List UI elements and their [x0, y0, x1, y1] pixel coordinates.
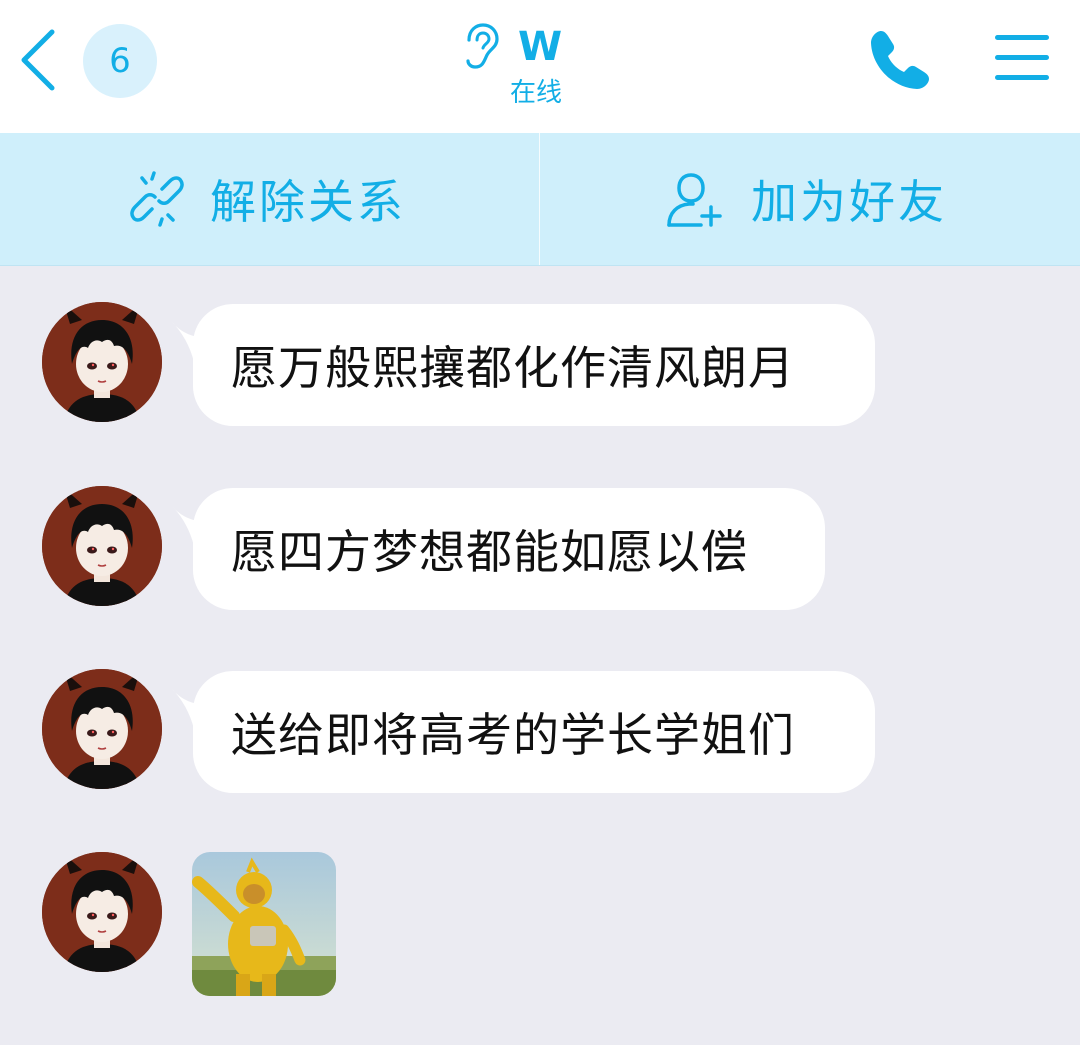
add-friend-icon	[667, 173, 722, 227]
avatar[interactable]	[42, 852, 162, 972]
message-row: 送给即将高考的学长学姐们	[0, 669, 1080, 794]
phone-icon[interactable]	[867, 27, 933, 93]
action-divider	[539, 133, 540, 265]
online-status: 在线	[510, 78, 563, 108]
contact-name[interactable]: W	[518, 22, 563, 72]
teletubby-sticker[interactable]	[192, 852, 336, 996]
message-row: 愿万般熙攘都化作清风朗月	[0, 302, 1080, 427]
broken-link-icon	[130, 171, 184, 227]
avatar[interactable]	[42, 302, 162, 422]
message-text: 送给即将高考的学长学姐们	[231, 708, 795, 762]
add-friend-button[interactable]: 加为好友	[665, 133, 947, 265]
relation-action-bar: 解除关系 加为好友	[0, 133, 1080, 266]
chat-header: 6 W 在线	[0, 0, 1080, 133]
message-bubble[interactable]: 愿万般熙攘都化作清风朗月	[193, 304, 875, 426]
unlink-label: 解除关系	[210, 175, 406, 229]
message-row	[0, 852, 1080, 998]
avatar[interactable]	[42, 669, 162, 789]
add-friend-label: 加为好友	[751, 175, 947, 229]
ear-icon[interactable]	[459, 22, 501, 70]
avatar[interactable]	[42, 486, 162, 606]
message-row: 愿四方梦想都能如愿以偿	[0, 486, 1080, 611]
unread-count-badge[interactable]: 6	[83, 24, 157, 98]
menu-icon[interactable]	[995, 32, 1049, 84]
unlink-button[interactable]: 解除关系	[130, 133, 406, 265]
message-text: 愿四方梦想都能如愿以偿	[231, 525, 748, 579]
back-arrow-icon[interactable]	[14, 26, 62, 94]
message-bubble[interactable]: 愿四方梦想都能如愿以偿	[193, 488, 825, 610]
message-bubble[interactable]: 送给即将高考的学长学姐们	[193, 671, 875, 793]
message-text: 愿万般熙攘都化作清风朗月	[231, 341, 795, 395]
